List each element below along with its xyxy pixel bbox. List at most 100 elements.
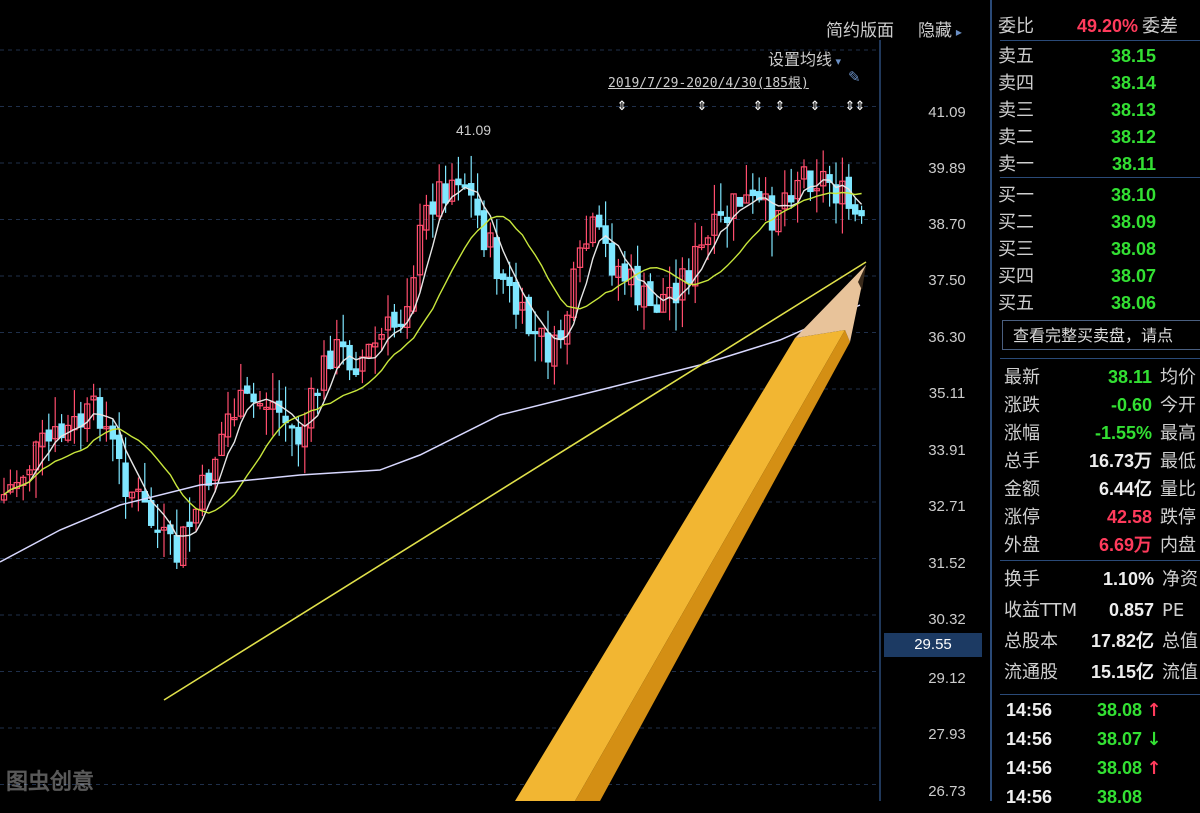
y-tick: 33.91 xyxy=(928,442,966,459)
tick-row: 14:56 38.08 ↑ xyxy=(1006,758,1166,784)
date-range-label[interactable]: 2019/7/29-2020/4/30(185根) xyxy=(608,72,809,91)
candle-body xyxy=(544,332,552,363)
candle-body xyxy=(288,425,296,429)
pin-icon[interactable]: ✎ xyxy=(848,68,861,86)
quote-value: -1.55% xyxy=(1094,423,1152,443)
ask-label: 卖二 xyxy=(998,127,1034,148)
candle-body xyxy=(327,350,334,370)
candle-body xyxy=(397,323,405,327)
high-annotation: 41.09 xyxy=(456,122,492,138)
event-marker-icon: ⇕ xyxy=(753,99,764,114)
quote-row: 涨幅 -1.55% 最高 xyxy=(1004,419,1196,445)
pencil-body xyxy=(515,330,845,801)
divider xyxy=(1000,177,1200,178)
candle-body xyxy=(186,521,193,528)
event-marker-icon: ⇕ xyxy=(855,99,866,114)
y-tick: 41.09 xyxy=(928,104,966,121)
candle-body xyxy=(244,385,251,394)
candle-body xyxy=(442,183,449,204)
ask-row[interactable]: 卖一 38.11 xyxy=(998,150,1156,176)
candle-body xyxy=(717,211,725,216)
chevron-right-icon: ▸ xyxy=(952,25,962,39)
ratio-label: 委比 xyxy=(998,16,1034,37)
ask-row[interactable]: 卖二 38.12 xyxy=(998,123,1156,149)
simple-layout-link[interactable]: 简约版面 xyxy=(826,16,894,41)
tick-price: 38.08 xyxy=(1096,700,1142,720)
candle-body xyxy=(173,534,180,563)
ask-label: 卖一 xyxy=(998,154,1034,175)
ask-label: 卖四 xyxy=(998,73,1034,94)
event-marker-icon: ⇕ xyxy=(617,99,628,114)
ask-row[interactable]: 卖三 38.13 xyxy=(998,96,1156,122)
bid-row[interactable]: 买三 38.08 xyxy=(998,235,1156,261)
candle-body xyxy=(148,499,155,526)
quote-panel: 委比 49.20% 委差 卖五 38.15 卖四 38.14 卖三 38.13 卖二 38.… xyxy=(990,0,1200,807)
full-order-book-button[interactable]: 查看完整买卖盘，请点 xyxy=(1002,320,1200,350)
bid-row[interactable]: 买二 38.09 xyxy=(998,208,1156,234)
quote-label: 外盘 xyxy=(1004,535,1040,556)
arrow-up-icon: ↑ xyxy=(1146,700,1162,721)
ask-price: 38.14 xyxy=(1110,73,1156,93)
candle-body xyxy=(723,216,731,224)
quote-right-label: 均价 xyxy=(1160,367,1196,388)
candle-body xyxy=(314,392,321,396)
candle-body xyxy=(858,210,865,217)
bid-label: 买四 xyxy=(998,266,1034,287)
quote-label: 总手 xyxy=(1004,451,1040,472)
y-tick: 29.12 xyxy=(928,670,966,687)
candle-body xyxy=(96,397,104,429)
candle-body xyxy=(340,341,347,348)
bid-row[interactable]: 买五 38.06 xyxy=(998,289,1156,315)
ask-row[interactable]: 卖四 38.14 xyxy=(998,69,1156,95)
tick-price: 38.08 xyxy=(1096,758,1142,778)
arrow-up-icon: ↑ xyxy=(1146,758,1162,779)
hide-link[interactable]: 隐藏 ▸ xyxy=(918,16,962,41)
candle-body xyxy=(608,242,616,276)
candle-body xyxy=(531,331,539,335)
candle-body xyxy=(352,368,360,376)
quote-label: 涨停 xyxy=(1004,507,1040,528)
bid-price: 38.10 xyxy=(1110,185,1156,205)
quote-row: 最新 38.11 均价 xyxy=(1004,363,1196,389)
ma-settings-link[interactable]: 设置均线 ▾ xyxy=(768,46,841,70)
bid-row[interactable]: 买四 38.07 xyxy=(998,262,1156,288)
quote-label: 涨跌 xyxy=(1004,395,1040,416)
quote-value: 17.82亿 xyxy=(1090,631,1154,651)
candle-body xyxy=(736,196,744,207)
ma-settings-label: 设置均线 xyxy=(768,50,833,69)
current-price-tag: 29.55 xyxy=(884,633,982,657)
quote-label: 收益TTM xyxy=(1004,600,1078,621)
tick-time: 14:56 xyxy=(1006,758,1053,778)
tick-time: 14:56 xyxy=(1006,700,1053,720)
bid-price: 38.06 xyxy=(1110,293,1156,313)
candle-body xyxy=(250,393,257,403)
candle-body xyxy=(122,462,129,498)
quote-right-label: 跌停 xyxy=(1160,507,1196,528)
bid-label: 买二 xyxy=(998,212,1034,233)
ask-label: 卖五 xyxy=(998,46,1034,67)
quote-right-label: 流值 xyxy=(1162,662,1198,683)
bid-row[interactable]: 买一 38.10 xyxy=(998,181,1156,207)
quote-row: 总手 16.73万 最低 xyxy=(1004,447,1196,473)
quote-value: 15.15亿 xyxy=(1090,662,1154,682)
quote-value: 0.857 xyxy=(1108,600,1154,620)
quote-row: 流通股 15.15亿 流值 xyxy=(1004,658,1198,684)
quote-label: 涨幅 xyxy=(1004,423,1040,444)
candle-body xyxy=(512,281,520,315)
y-tick: 38.70 xyxy=(928,216,966,233)
divider xyxy=(1000,560,1200,561)
chevron-down-icon: ▾ xyxy=(832,55,842,68)
divider xyxy=(1000,694,1200,695)
quote-row: 涨跌 -0.60 今开 xyxy=(1004,391,1196,417)
quote-right-label: 净资 xyxy=(1162,569,1198,590)
quote-value: 16.73万 xyxy=(1088,451,1152,471)
ask-price: 38.15 xyxy=(1110,46,1156,66)
quote-value: 1.10% xyxy=(1102,569,1154,589)
ask-row[interactable]: 卖五 38.15 xyxy=(998,42,1156,68)
candle-body xyxy=(45,429,53,442)
y-tick: 27.93 xyxy=(928,726,966,743)
candle-body xyxy=(295,426,302,445)
quote-row: 换手 1.10% 净资 xyxy=(1004,565,1198,591)
bid-label: 买三 xyxy=(998,239,1034,260)
candle-body xyxy=(115,434,123,460)
